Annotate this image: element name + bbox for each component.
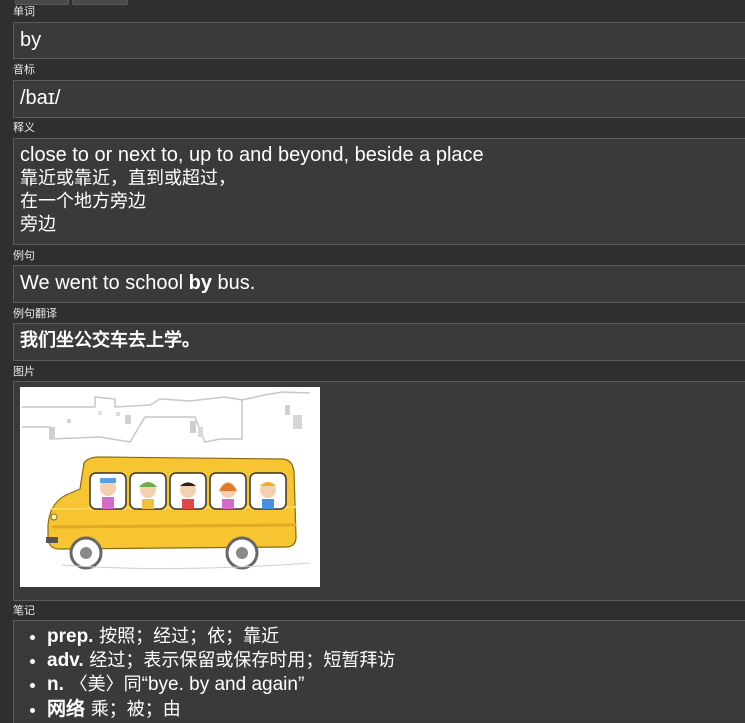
field-label-word: 单词 — [13, 5, 35, 18]
field-label-notes: 笔记 — [13, 604, 35, 617]
field-label-picture: 图片 — [13, 365, 35, 378]
definition-line: 靠近或靠近，直到或超过， — [20, 168, 236, 189]
notes-text: 〈美〉同 — [63, 674, 142, 695]
notes-text: 经过；表示保留或保存时用；短暂拜访 — [83, 650, 396, 671]
notes-pos: adv. — [47, 650, 84, 671]
word-value: by — [20, 29, 42, 51]
toolbar-strip — [0, 0, 745, 6]
notes-item: adv. 经过；表示保留或保存时用；短暂拜访 — [47, 649, 745, 673]
definition-line: 旁边 — [20, 214, 56, 235]
card-editor: 单词 by 音标 /baɪ/ 释义 close to or next to, u… — [0, 0, 745, 723]
notes-item: 网络 乘；被；由 — [47, 697, 745, 722]
field-label-example: 例句 — [13, 249, 35, 262]
notes-item: n. 〈美〉同“bye. by and again” — [47, 673, 745, 697]
example-field[interactable]: We went to school by bus. — [13, 265, 745, 303]
notes-item: prep. 按照；经过；依；靠近 — [47, 625, 745, 649]
picture-field[interactable] — [13, 381, 745, 601]
definition-field[interactable]: close to or next to, up to and beyond, b… — [13, 138, 745, 245]
school-bus-image — [20, 387, 320, 587]
field-label-definition: 释义 — [13, 121, 35, 134]
phonetic-field[interactable]: /baɪ/ — [13, 80, 745, 118]
notes-text: 乘；被；由 — [85, 699, 181, 720]
notes-pos: prep. — [47, 626, 94, 647]
field-label-example-translation: 例句翻译 — [13, 307, 57, 320]
field-label-phonetic: 音标 — [13, 63, 35, 76]
example-highlight: by — [188, 272, 212, 294]
notes-field[interactable]: prep. 按照；经过；依；靠近 adv. 经过；表示保留或保存时用；短暂拜访 … — [13, 620, 745, 723]
example-text-end: bus. — [211, 272, 256, 294]
word-field[interactable]: by — [13, 22, 745, 59]
notes-text-en: “bye. by and again” — [141, 674, 305, 695]
toolbar-button[interactable] — [72, 0, 128, 5]
notes-pos: 网络 — [47, 698, 86, 720]
definition-line: 在一个地方旁边 — [20, 191, 146, 212]
notes-pos: n. — [47, 674, 64, 695]
example-text: We went to school — [20, 272, 189, 294]
example-translation-field[interactable]: 我们坐公交车去上学。 — [13, 323, 745, 361]
definition-line-en: close to or next to, up to and beyond, b… — [20, 144, 484, 166]
notes-list: prep. 按照；经过；依；靠近 adv. 经过；表示保留或保存时用；短暂拜访 … — [14, 625, 745, 722]
phonetic-value: /baɪ/ — [20, 87, 61, 109]
notes-text: 按照；经过；依；靠近 — [93, 626, 280, 647]
example-translation-value: 我们坐公交车去上学。 — [20, 330, 200, 351]
